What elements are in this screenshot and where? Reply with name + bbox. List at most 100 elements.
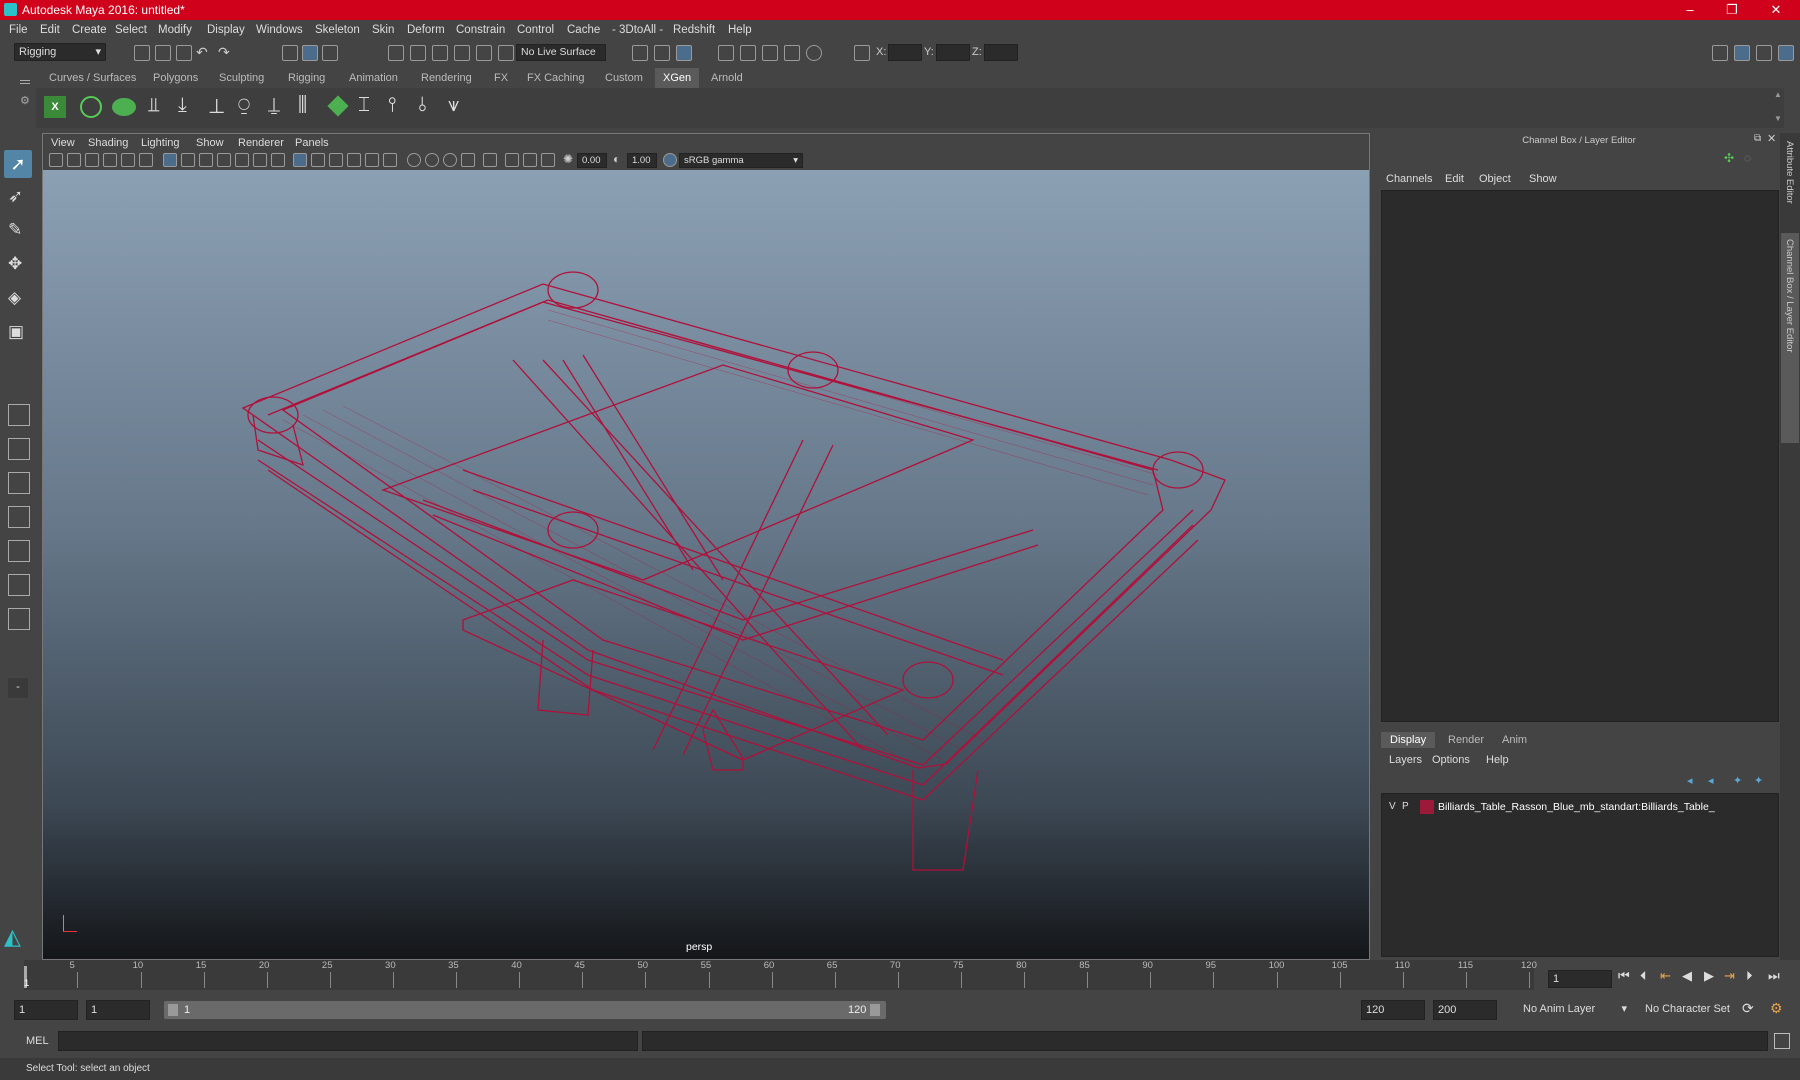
shelf-tab-animation[interactable]: Animation	[349, 72, 398, 84]
xgen-preview-icon[interactable]	[80, 96, 102, 118]
camera-attributes-icon[interactable]	[67, 153, 81, 167]
layer-tab-anim[interactable]: Anim	[1493, 732, 1536, 748]
xgen-editor-icon[interactable]: X	[44, 96, 66, 118]
channel-box-menu-edit[interactable]: Edit	[1445, 173, 1464, 185]
xgen-guide-sculpt-icon[interactable]: ⍜	[238, 94, 250, 117]
paint-select-icon[interactable]: ✎	[8, 220, 22, 240]
xgen-guide-lock-icon[interactable]: ⍊	[268, 94, 280, 117]
two-side-layout-icon[interactable]	[8, 472, 30, 494]
menu-deform[interactable]: Deform	[407, 24, 445, 36]
shelf-menu-icon[interactable]	[20, 80, 30, 84]
menu-redshift[interactable]: Redshift	[673, 24, 715, 36]
layer-name[interactable]: Billiards_Table_Rasson_Blue_mb_standart:…	[1438, 801, 1715, 813]
y-field[interactable]	[936, 44, 970, 61]
layer-menu-options[interactable]: Options	[1432, 754, 1470, 766]
move-tool-icon[interactable]: ✥	[8, 254, 22, 274]
command-language-label[interactable]: MEL	[26, 1035, 49, 1047]
menu-skin[interactable]: Skin	[372, 24, 394, 36]
shelf-scroll-down-icon[interactable]: ▼	[1774, 114, 1782, 123]
xgen-guides-add-icon[interactable]: ⫫	[148, 94, 159, 117]
wireframe-icon[interactable]	[293, 153, 307, 167]
four-view-layout-icon[interactable]	[8, 438, 30, 460]
shelf-tab-polygons[interactable]: Polygons	[153, 72, 198, 84]
shelf-tab-rendering[interactable]: Rendering	[421, 72, 472, 84]
script-editor-icon[interactable]	[1774, 1033, 1790, 1049]
layer-menu-layers[interactable]: Layers	[1389, 754, 1422, 766]
new-empty-layer-icon[interactable]: ✦	[1733, 774, 1742, 787]
lasso-tool-icon[interactable]: ➶	[8, 186, 23, 207]
persp-graph-layout-icon[interactable]	[8, 540, 30, 562]
undo-icon[interactable]: ↶	[196, 44, 208, 61]
render-view-icon[interactable]	[718, 45, 734, 61]
xgen-length-icon[interactable]: ⫯	[388, 94, 397, 117]
resolution-gate-icon[interactable]	[199, 153, 213, 167]
range-slider-right-handle[interactable]	[870, 1004, 880, 1016]
layer-visibility-toggle[interactable]: V	[1389, 801, 1396, 812]
channel-box-menu-channels[interactable]: Channels	[1386, 173, 1432, 185]
step-back-icon[interactable]: ⏴	[1640, 968, 1647, 984]
live-surface-field[interactable]: No Live Surface	[516, 44, 606, 61]
menu-cache[interactable]: Cache	[567, 24, 600, 36]
hypershade-icon[interactable]	[806, 45, 822, 61]
close-panel-icon[interactable]: ✕	[1767, 132, 1776, 145]
shelf-tab-arnold[interactable]: Arnold	[711, 72, 743, 84]
character-set-dropdown[interactable]: No Character Set	[1641, 1000, 1753, 1020]
menu-3dtoall[interactable]: - 3DtoAll -	[612, 24, 663, 36]
menu-file[interactable]: File	[9, 24, 28, 36]
image-plane-icon[interactable]	[103, 153, 117, 167]
start-time-field[interactable]: 1	[14, 1000, 78, 1020]
menu-select[interactable]: Select	[115, 24, 147, 36]
exposure-field[interactable]: 0.00	[577, 153, 607, 168]
xray-icon[interactable]	[505, 153, 519, 167]
select-object-icon[interactable]	[302, 45, 318, 61]
minimize-button[interactable]: –	[1670, 0, 1710, 20]
play-backward-icon[interactable]: ◀	[1682, 968, 1692, 984]
grid-icon[interactable]	[163, 153, 177, 167]
shadows-icon[interactable]	[383, 153, 397, 167]
x-field[interactable]	[888, 44, 922, 61]
bookmark-icon[interactable]	[85, 153, 99, 167]
layer-row[interactable]: V P Billiards_Table_Rasson_Blue_mb_stand…	[1382, 798, 1778, 816]
viewport-menu-panels[interactable]: Panels	[295, 137, 329, 149]
layer-tab-render[interactable]: Render	[1439, 732, 1493, 748]
new-layer-selected-icon[interactable]: ✦	[1754, 774, 1763, 787]
current-frame-field[interactable]: 1	[1548, 970, 1612, 988]
motion-blur-icon[interactable]	[425, 153, 439, 167]
film-gate-icon[interactable]	[181, 153, 195, 167]
transform-mode-icon[interactable]	[854, 45, 870, 61]
menu-constrain[interactable]: Constrain	[456, 24, 505, 36]
shelf-tab-rigging[interactable]: Rigging	[288, 72, 325, 84]
channel-box-side-tab[interactable]: Channel Box / Layer Editor	[1781, 233, 1799, 443]
new-scene-icon[interactable]	[134, 45, 150, 61]
smooth-shade-icon[interactable]	[311, 153, 325, 167]
play-forward-icon[interactable]: ▶	[1704, 968, 1714, 984]
grease-pencil-icon[interactable]	[139, 153, 153, 167]
channel-box-menu-show[interactable]: Show	[1529, 173, 1557, 185]
construction-history-icon[interactable]	[676, 45, 692, 61]
output-ops-icon[interactable]	[654, 45, 670, 61]
select-component-icon[interactable]	[322, 45, 338, 61]
auto-key-icon[interactable]: ⟳	[1742, 1000, 1754, 1017]
snap-surface-icon[interactable]	[476, 45, 492, 61]
command-input[interactable]	[58, 1031, 638, 1051]
symmetry-icon[interactable]	[498, 45, 514, 61]
shelf-settings-icon[interactable]: ⚙	[20, 94, 30, 107]
field-chart-icon[interactable]	[235, 153, 249, 167]
xray-joints-icon[interactable]	[541, 153, 555, 167]
custom-layout-icon[interactable]	[8, 608, 30, 630]
safe-action-icon[interactable]	[253, 153, 267, 167]
step-back-key-icon[interactable]: ⇤	[1660, 968, 1671, 984]
camera-icon[interactable]	[49, 153, 63, 167]
xgen-layer-icon[interactable]	[327, 95, 349, 117]
go-to-start-icon[interactable]: ⏮	[1618, 968, 1630, 984]
modeling-toolkit-icon[interactable]	[1712, 45, 1728, 61]
viewport-scene[interactable]: persp	[43, 170, 1369, 959]
shelf-tab-xgen[interactable]: XGen	[655, 68, 700, 88]
isolate-select-icon[interactable]	[483, 153, 497, 167]
input-ops-icon[interactable]	[632, 45, 648, 61]
ipr-render-icon[interactable]	[762, 45, 778, 61]
two-d-pan-icon[interactable]	[121, 153, 135, 167]
range-slider-left-handle[interactable]	[168, 1004, 178, 1016]
layout-menu-button[interactable]: -	[8, 678, 28, 698]
wireframe-on-shaded-icon[interactable]	[329, 153, 343, 167]
